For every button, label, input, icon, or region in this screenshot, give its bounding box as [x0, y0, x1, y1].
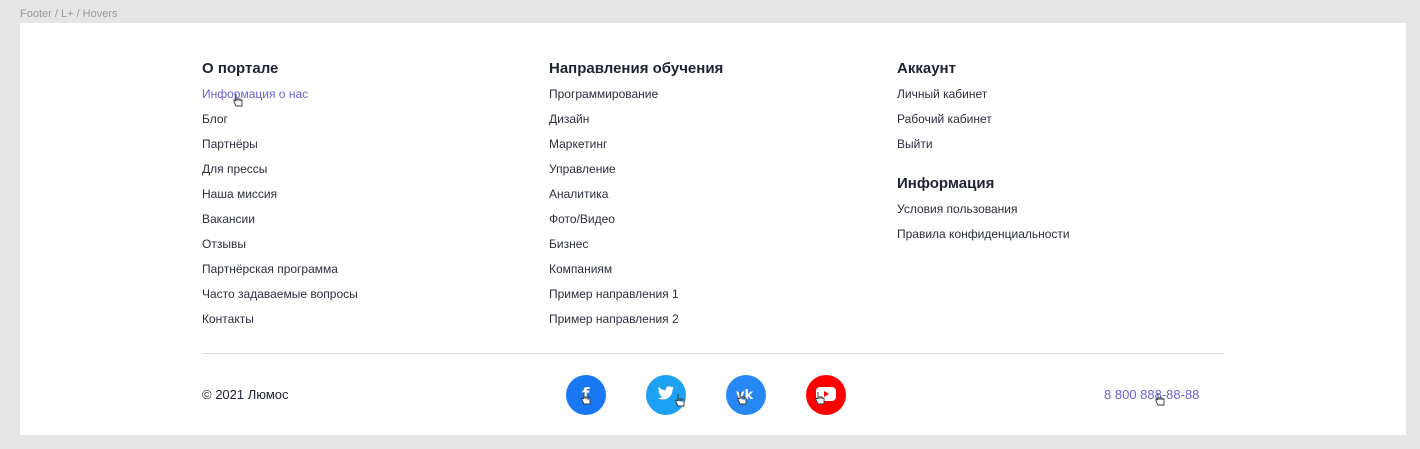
footer-column-about: О портале Информация о нас Блог Партнёры… [202, 59, 358, 334]
link-partners[interactable]: Партнёры [202, 134, 358, 159]
footer: О портале Информация о нас Блог Партнёры… [20, 23, 1406, 435]
frame-label: Footer / L+ / Hovers [20, 8, 118, 20]
twitter-button[interactable] [646, 375, 686, 415]
link-photo-video[interactable]: Фото/Видео [549, 209, 723, 234]
youtube-icon [816, 386, 836, 404]
column-title-information: Информация [897, 175, 995, 192]
vk-icon: vk [735, 387, 757, 404]
twitter-icon [657, 386, 675, 404]
column-title-about: О портале [202, 60, 279, 77]
svg-text:f: f [582, 385, 590, 403]
link-contacts[interactable]: Контакты [202, 309, 358, 334]
link-work-cabinet[interactable]: Рабочий кабинет [897, 109, 1070, 134]
footer-divider [202, 353, 1224, 354]
column-title-account: Аккаунт [897, 60, 956, 77]
column-title-directions: Направления обучения [549, 60, 724, 77]
link-business[interactable]: Бизнес [549, 234, 723, 259]
link-faq[interactable]: Часто задаваемые вопросы [202, 284, 358, 309]
link-reviews[interactable]: Отзывы [202, 234, 358, 259]
link-personal-cabinet[interactable]: Личный кабинет [897, 84, 1070, 109]
phone-link[interactable]: 8 800 888-88-88 [1104, 385, 1199, 405]
link-direction-example-2[interactable]: Пример направления 2 [549, 309, 723, 334]
link-programming[interactable]: Программирование [549, 84, 723, 109]
link-press[interactable]: Для прессы [202, 159, 358, 184]
vk-button[interactable]: vk [726, 375, 766, 415]
link-marketing[interactable]: Маркетинг [549, 134, 723, 159]
link-terms[interactable]: Условия пользования [897, 199, 1070, 224]
link-management[interactable]: Управление [549, 159, 723, 184]
footer-column-account: Аккаунт Личный кабинет Рабочий кабинет В… [897, 59, 1070, 249]
facebook-button[interactable]: f [566, 375, 606, 415]
link-privacy[interactable]: Правила конфиденциальности [897, 224, 1070, 249]
footer-column-directions: Направления обучения Программирование Ди… [549, 59, 723, 334]
copyright: © 2021 Люмос [202, 387, 289, 402]
link-about-info[interactable]: Информация о нас [202, 84, 358, 109]
link-blog[interactable]: Блог [202, 109, 358, 134]
link-vacancies[interactable]: Вакансии [202, 209, 358, 234]
link-companies[interactable]: Компаниям [549, 259, 723, 284]
link-logout[interactable]: Выйти [897, 134, 1070, 159]
link-mission[interactable]: Наша миссия [202, 184, 358, 209]
link-design[interactable]: Дизайн [549, 109, 723, 134]
link-direction-example-1[interactable]: Пример направления 1 [549, 284, 723, 309]
youtube-button[interactable] [806, 375, 846, 415]
link-partner-program[interactable]: Партнёрская программа [202, 259, 358, 284]
link-analytics[interactable]: Аналитика [549, 184, 723, 209]
svg-text:vk: vk [736, 388, 753, 401]
facebook-icon: f [578, 385, 594, 406]
